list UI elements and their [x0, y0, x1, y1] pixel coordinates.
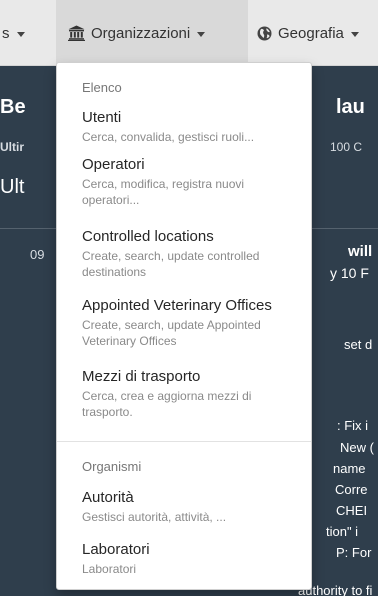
menu-item-title: Controlled locations — [82, 228, 214, 245]
menu-item-title: Utenti — [82, 109, 122, 126]
changelog-line: : Fix i — [337, 418, 369, 433]
chevron-down-icon — [16, 31, 25, 37]
menu-item-description: Cerca, crea e aggiorna mezzi di trasport… — [82, 389, 252, 419]
globe-icon — [257, 26, 272, 41]
menu-item-description: Create, search, update Appointed Veterin… — [82, 318, 261, 348]
menu-item-description: Cerca, modifica, registra nuovi operator… — [82, 177, 245, 207]
nav-item-previous-label: s — [2, 24, 10, 42]
dropdown-divider — [57, 441, 311, 442]
menu-item-mezzi-di-trasporto[interactable]: Mezzi di trasporto Cerca, crea e aggiorn… — [82, 367, 304, 420]
menu-item-title: Mezzi di trasporto — [82, 368, 201, 385]
menu-item-description: Cerca, convalida, gestisci ruoli... — [82, 130, 255, 144]
menu-item-description: Laboratori — [82, 562, 137, 576]
menu-item-description: Create, search, update controlled destin… — [82, 249, 260, 279]
dropdown-header-elenco: Elenco — [82, 80, 122, 95]
menu-item-operatori[interactable]: Operatori Cerca, modifica, registra nuov… — [82, 155, 304, 208]
news-text-fragment: set d — [344, 337, 373, 352]
section-divider — [0, 228, 56, 229]
changelog-line: P: For — [336, 545, 372, 560]
news-date-fragment: y 10 F — [330, 265, 369, 281]
menu-item-autorita[interactable]: Autorità Gestisci autorità, attività, ..… — [82, 488, 304, 525]
page-subtitle-fragment: Ultir — [0, 140, 24, 154]
nav-item-organizzazioni[interactable]: Organizzazioni — [56, 0, 248, 66]
nav-item-previous[interactable]: s — [0, 0, 56, 66]
menu-item-title: Operatori — [82, 156, 145, 173]
menu-item-description: Gestisci autorità, attività, ... — [82, 510, 227, 524]
section-title-fragment: Ult — [0, 176, 25, 198]
institution-icon — [68, 25, 85, 41]
section-divider-right — [312, 228, 378, 229]
chevron-down-icon — [350, 31, 359, 37]
menu-item-appointed-veterinary-offices[interactable]: Appointed Veterinary Offices Create, sea… — [82, 296, 304, 349]
changelog-line: CHEI — [336, 503, 368, 518]
menu-item-title: Appointed Veterinary Offices — [82, 297, 272, 314]
page-heading-fragment-right: lau — [336, 96, 365, 118]
changelog-line: New ( — [340, 440, 374, 455]
changelog-line: Corre — [335, 482, 368, 497]
chevron-down-icon — [197, 31, 206, 37]
organizzazioni-dropdown-menu: Elenco Utenti Cerca, convalida, gestisci… — [56, 62, 312, 590]
nav-item-organizzazioni-label: Organizzazioni — [91, 24, 191, 42]
menu-item-laboratori[interactable]: Laboratori Laboratori — [82, 540, 304, 577]
top-navbar: s Organizzazioni Geografia — [0, 0, 378, 66]
row-number: 09 — [30, 247, 45, 262]
menu-item-utenti[interactable]: Utenti Cerca, convalida, gestisci ruoli.… — [82, 108, 304, 145]
dropdown-header-organismi: Organismi — [82, 459, 142, 474]
menu-item-title: Laboratori — [82, 541, 150, 558]
nav-item-geografia[interactable]: Geografia — [248, 0, 378, 66]
menu-item-controlled-locations[interactable]: Controlled locations Create, search, upd… — [82, 227, 304, 280]
news-title-fragment: will — [348, 243, 373, 260]
menu-item-title: Autorità — [82, 489, 134, 506]
nav-item-geografia-label: Geografia — [278, 24, 344, 42]
changelog-line: name — [333, 461, 366, 476]
page-subtitle-fragment-right: 100 C — [330, 140, 363, 154]
page-heading-fragment: Be — [0, 96, 26, 118]
changelog-line: tion" i — [326, 524, 359, 539]
